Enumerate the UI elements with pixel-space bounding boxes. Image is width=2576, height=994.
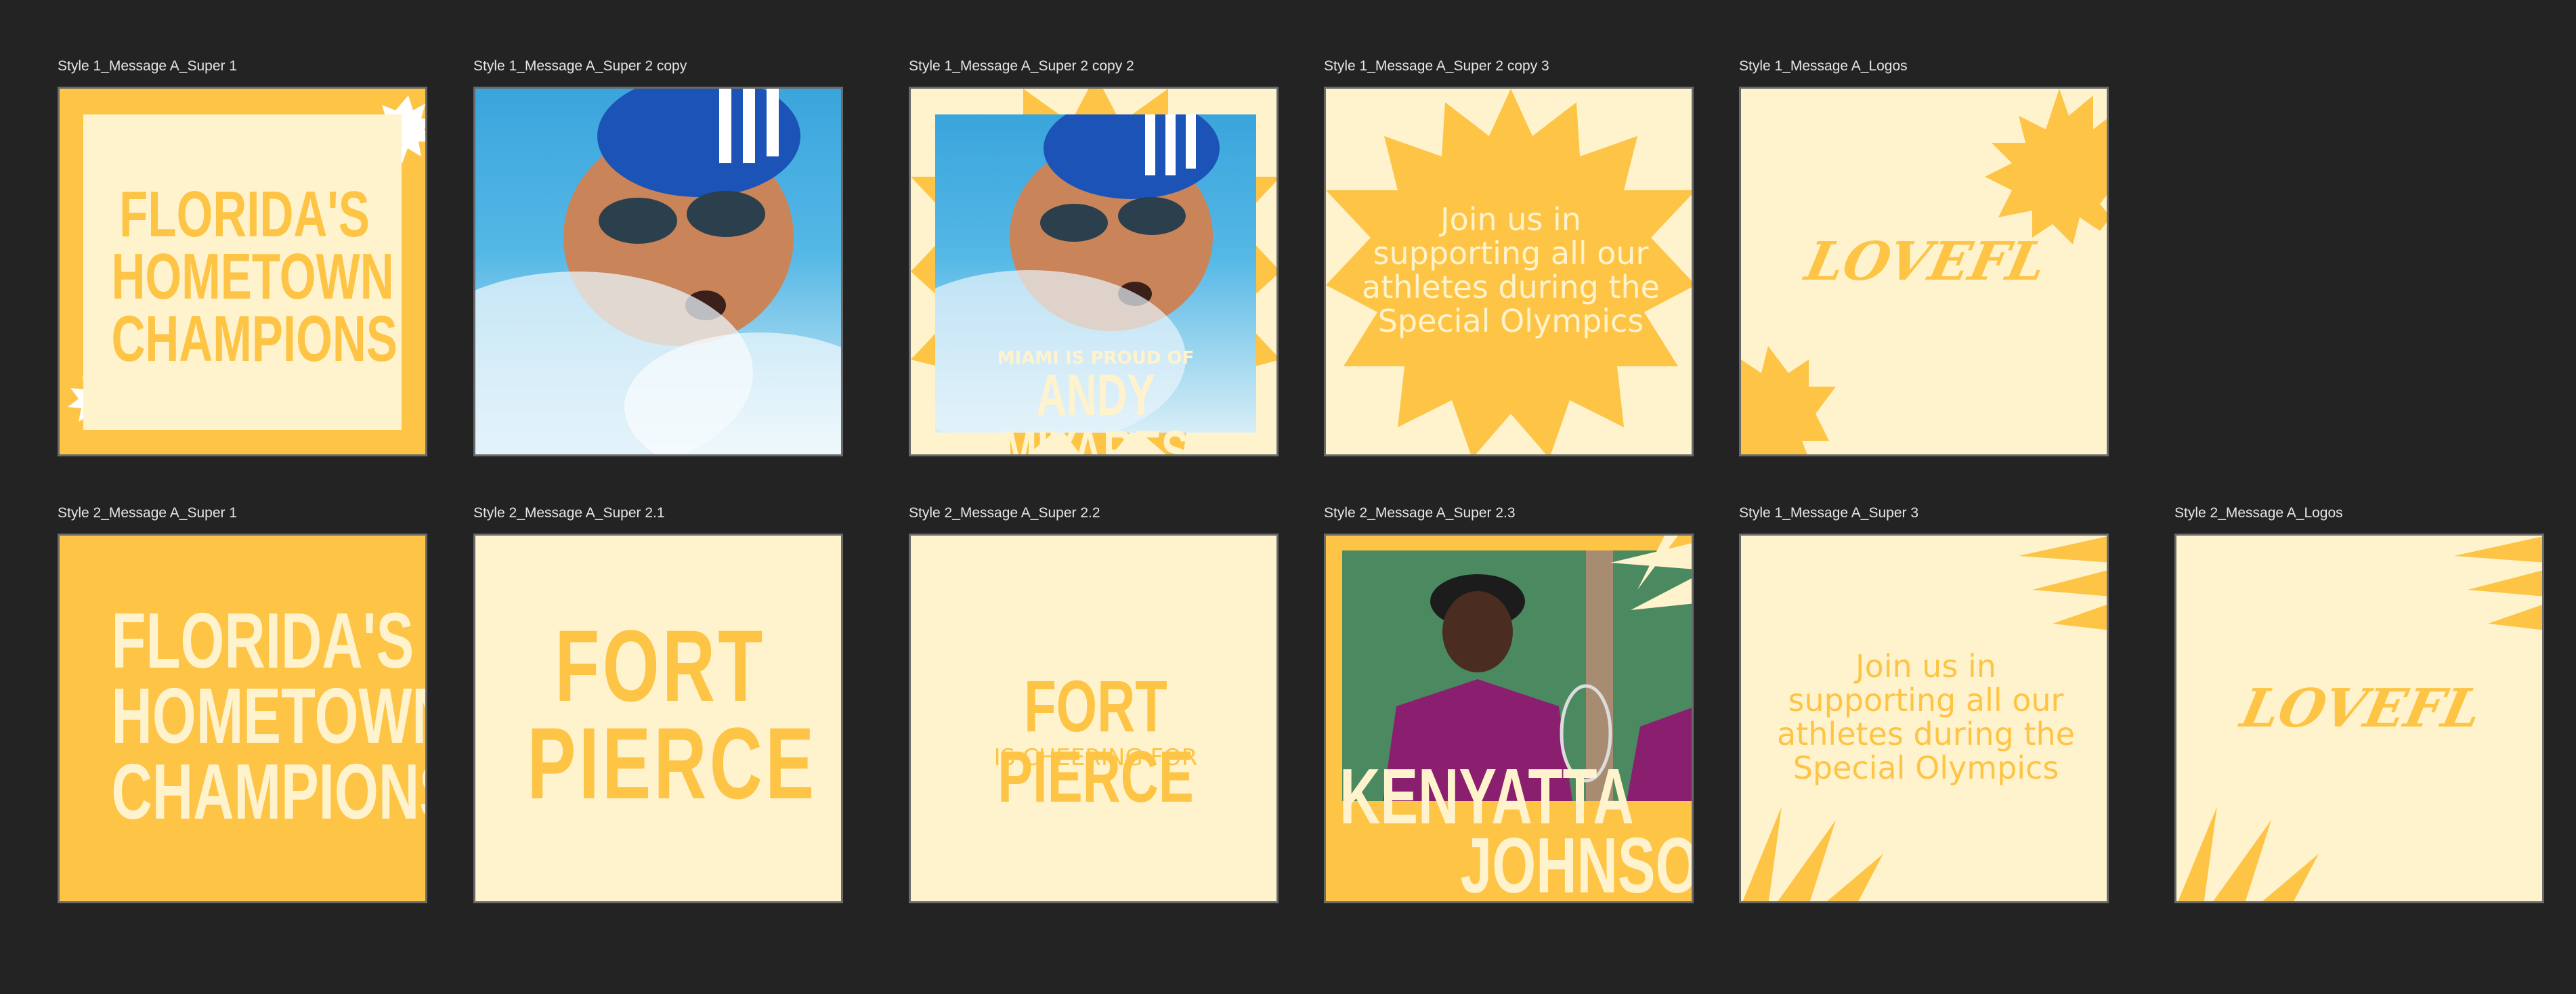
artboard-label[interactable]: Style 1_Message A_Logos — [1739, 58, 1908, 74]
headline-line: CHAMPIONS — [111, 747, 427, 836]
artboard-label[interactable]: Style 1_Message A_Super 2 copy — [473, 58, 687, 74]
artboard-label[interactable]: Style 2_Message A_Logos — [2174, 505, 2343, 521]
headline-line: FLORIDA'S — [119, 178, 370, 251]
athlete-name: ANDY MIYARES — [1002, 363, 1190, 456]
artboard-style2-super1[interactable]: Style 2_Message A_Super 1 FLORIDA'S HOME… — [58, 505, 427, 903]
message-text: Join us in supporting all our athletes d… — [1741, 648, 2107, 786]
artboard-canvas: LOVEFL — [2174, 534, 2544, 903]
artboard-canvas: Join us in supporting all our athletes d… — [1324, 87, 1694, 456]
headline-line: HOMETOWN — [111, 672, 427, 760]
artboard-label[interactable]: Style 1_Message A_Super 2 copy 3 — [1324, 58, 1549, 74]
athlete-name-last: JOHNSON — [1460, 821, 1692, 903]
lovefl-logo: LOVEFL — [1800, 231, 2052, 293]
message-line: Join us in — [1855, 648, 1996, 685]
artboard-canvas: FORT PIERCE — [473, 534, 843, 903]
headline-line: FLORIDA'S — [111, 597, 414, 685]
message-line: athletes during the — [1362, 269, 1660, 305]
artboard-style1-super2-copy3[interactable]: Style 1_Message A_Super 2 copy 3 Join us… — [1324, 58, 1694, 456]
message-line: athletes during the — [1777, 716, 2075, 752]
artboard-canvas: FORT PIERCE IS CHEERING FOR — [909, 534, 1279, 903]
headline: FORT PIERCE — [997, 665, 1194, 817]
message-line: Special Olympics — [1377, 303, 1644, 339]
headline: FLORIDA'S HOMETOWN CHAMPIONS — [111, 178, 398, 376]
message-text: Join us in supporting all our athletes d… — [1326, 201, 1692, 339]
headline: FLORIDA'S HOMETOWN CHAMPIONS — [111, 597, 427, 836]
artboard-style1-super2-copy[interactable]: Style 1_Message A_Super 2 copy — [473, 58, 843, 456]
artboard-canvas: Join us in supporting all our athletes d… — [1739, 534, 2109, 903]
swimmer-illustration — [475, 89, 841, 454]
message-line: supporting all our — [1788, 682, 2064, 718]
artboard-canvas: FLORIDA'S HOMETOWN CHAMPIONS — [58, 534, 427, 903]
message-line: supporting all our — [1373, 235, 1649, 272]
artboard-label[interactable]: Style 1_Message A_Super 1 — [58, 58, 237, 74]
message-line: Join us in — [1440, 201, 1581, 238]
artboard-label[interactable]: Style 1_Message A_Super 3 — [1739, 505, 1918, 521]
headline-line: HOMETOWN — [111, 240, 394, 314]
artboard-label[interactable]: Style 1_Message A_Super 2 copy 2 — [909, 58, 1134, 74]
headline: FORT PIERCE — [527, 609, 817, 820]
artboard-style2-super2-1[interactable]: Style 2_Message A_Super 2.1 FORT PIERCE — [473, 505, 843, 903]
artboard-style1-super3[interactable]: Style 1_Message A_Super 3 Join us in sup… — [1739, 505, 2109, 903]
artboard-label[interactable]: Style 2_Message A_Super 2.3 — [1324, 505, 1516, 521]
subheadline: IS CHEERING FOR — [993, 744, 1198, 771]
artboard-label[interactable]: Style 2_Message A_Super 2.1 — [473, 505, 665, 521]
artboard-canvas: LOVEFL — [1739, 87, 2109, 456]
artboard-style1-super2-copy2[interactable]: Style 1_Message A_Super 2 copy 2 MIAMI I… — [909, 58, 1279, 456]
artboard-style2-super2-3[interactable]: Style 2_Message A_Super 2.3 KENYATTA JOH… — [1324, 505, 1694, 903]
artboard-label[interactable]: Style 2_Message A_Super 2.2 — [909, 505, 1100, 521]
headline-line: CHAMPIONS — [111, 303, 398, 376]
headline-line: PIERCE — [527, 706, 817, 820]
artboard-style1-logos[interactable]: Style 1_Message A_Logos LOVEFL — [1739, 58, 2109, 456]
artboard-style1-super1[interactable]: Style 1_Message A_Super 1 FLORIDA'S HOME… — [58, 58, 427, 456]
artboard-canvas: FLORIDA'S HOMETOWN CHAMPIONS — [58, 87, 427, 456]
artboard-style2-logos[interactable]: Style 2_Message A_Logos LOVEFL — [2174, 505, 2544, 903]
message-line: Special Olympics — [1793, 750, 2059, 786]
headline-line: FORT — [555, 609, 766, 722]
swimmer-photo — [473, 87, 843, 456]
artboard-style2-super2-2[interactable]: Style 2_Message A_Super 2.2 FORT PIERCE … — [909, 505, 1279, 903]
artboard-canvas: MIAMI IS PROUD OF ANDY MIYARES — [909, 87, 1279, 456]
lovefl-logo: LOVEFL — [2235, 678, 2487, 739]
artboard-canvas: KENYATTA JOHNSON — [1324, 534, 1694, 903]
artboard-label[interactable]: Style 2_Message A_Super 1 — [58, 505, 237, 521]
